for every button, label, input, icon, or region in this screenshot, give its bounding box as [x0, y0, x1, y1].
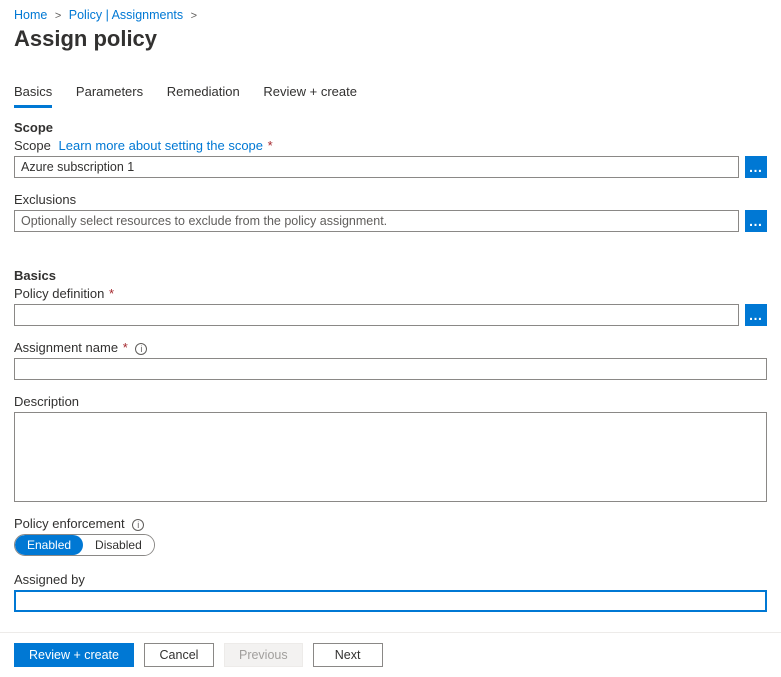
assignment-name-input[interactable] [14, 358, 767, 380]
cancel-button[interactable]: Cancel [144, 643, 214, 667]
description-label: Description [14, 394, 767, 409]
description-input[interactable] [14, 412, 767, 502]
assigned-by-input[interactable] [14, 590, 767, 612]
next-button[interactable]: Next [313, 643, 383, 667]
exclusions-picker-button[interactable]: … [745, 210, 767, 232]
required-icon: * [268, 138, 273, 153]
ellipsis-icon: … [749, 308, 764, 322]
policy-enforcement-toggle[interactable]: Enabled Disabled [14, 534, 155, 556]
breadcrumb-home[interactable]: Home [14, 8, 47, 22]
previous-button: Previous [224, 643, 303, 667]
section-basics-header: Basics [14, 268, 767, 283]
page-title: Assign policy [14, 26, 767, 52]
info-icon[interactable]: i [132, 519, 144, 531]
required-icon: * [123, 340, 128, 355]
info-icon[interactable]: i [135, 343, 147, 355]
footer: Review + create Cancel Previous Next [0, 632, 781, 677]
enforcement-disabled-option[interactable]: Disabled [83, 535, 154, 555]
assignment-name-label-row: Assignment name * i [14, 340, 767, 355]
scope-label: Scope [14, 138, 51, 153]
required-icon: * [109, 286, 114, 301]
scope-learn-more-link[interactable]: Learn more about setting the scope [59, 138, 264, 153]
tab-remediation[interactable]: Remediation [167, 78, 240, 108]
assignment-name-label: Assignment name [14, 340, 118, 355]
review-create-button[interactable]: Review + create [14, 643, 134, 667]
policy-definition-picker-button[interactable]: … [745, 304, 767, 326]
exclusions-label: Exclusions [14, 192, 767, 207]
enforcement-enabled-option[interactable]: Enabled [15, 535, 83, 555]
policy-enforcement-label-row: Policy enforcement i [14, 516, 767, 531]
policy-definition-input[interactable] [14, 304, 739, 326]
breadcrumb-policy-assignments[interactable]: Policy | Assignments [69, 8, 183, 22]
tab-review-create[interactable]: Review + create [263, 78, 357, 108]
chevron-right-icon: > [55, 10, 61, 22]
scope-input[interactable] [14, 156, 739, 178]
policy-definition-label: Policy definition [14, 286, 104, 301]
policy-enforcement-label: Policy enforcement [14, 516, 125, 531]
exclusions-input[interactable] [14, 210, 739, 232]
policy-definition-label-row: Policy definition * [14, 286, 767, 301]
tabs: Basics Parameters Remediation Review + c… [14, 78, 767, 108]
tab-parameters[interactable]: Parameters [76, 78, 143, 108]
ellipsis-icon: … [749, 214, 764, 228]
chevron-right-icon: > [191, 10, 197, 22]
assigned-by-label: Assigned by [14, 572, 767, 587]
tab-basics[interactable]: Basics [14, 78, 52, 108]
ellipsis-icon: … [749, 160, 764, 174]
scope-picker-button[interactable]: … [745, 156, 767, 178]
scope-label-row: Scope Learn more about setting the scope… [14, 138, 767, 153]
section-scope-header: Scope [14, 120, 767, 135]
breadcrumb: Home > Policy | Assignments > [14, 8, 767, 22]
